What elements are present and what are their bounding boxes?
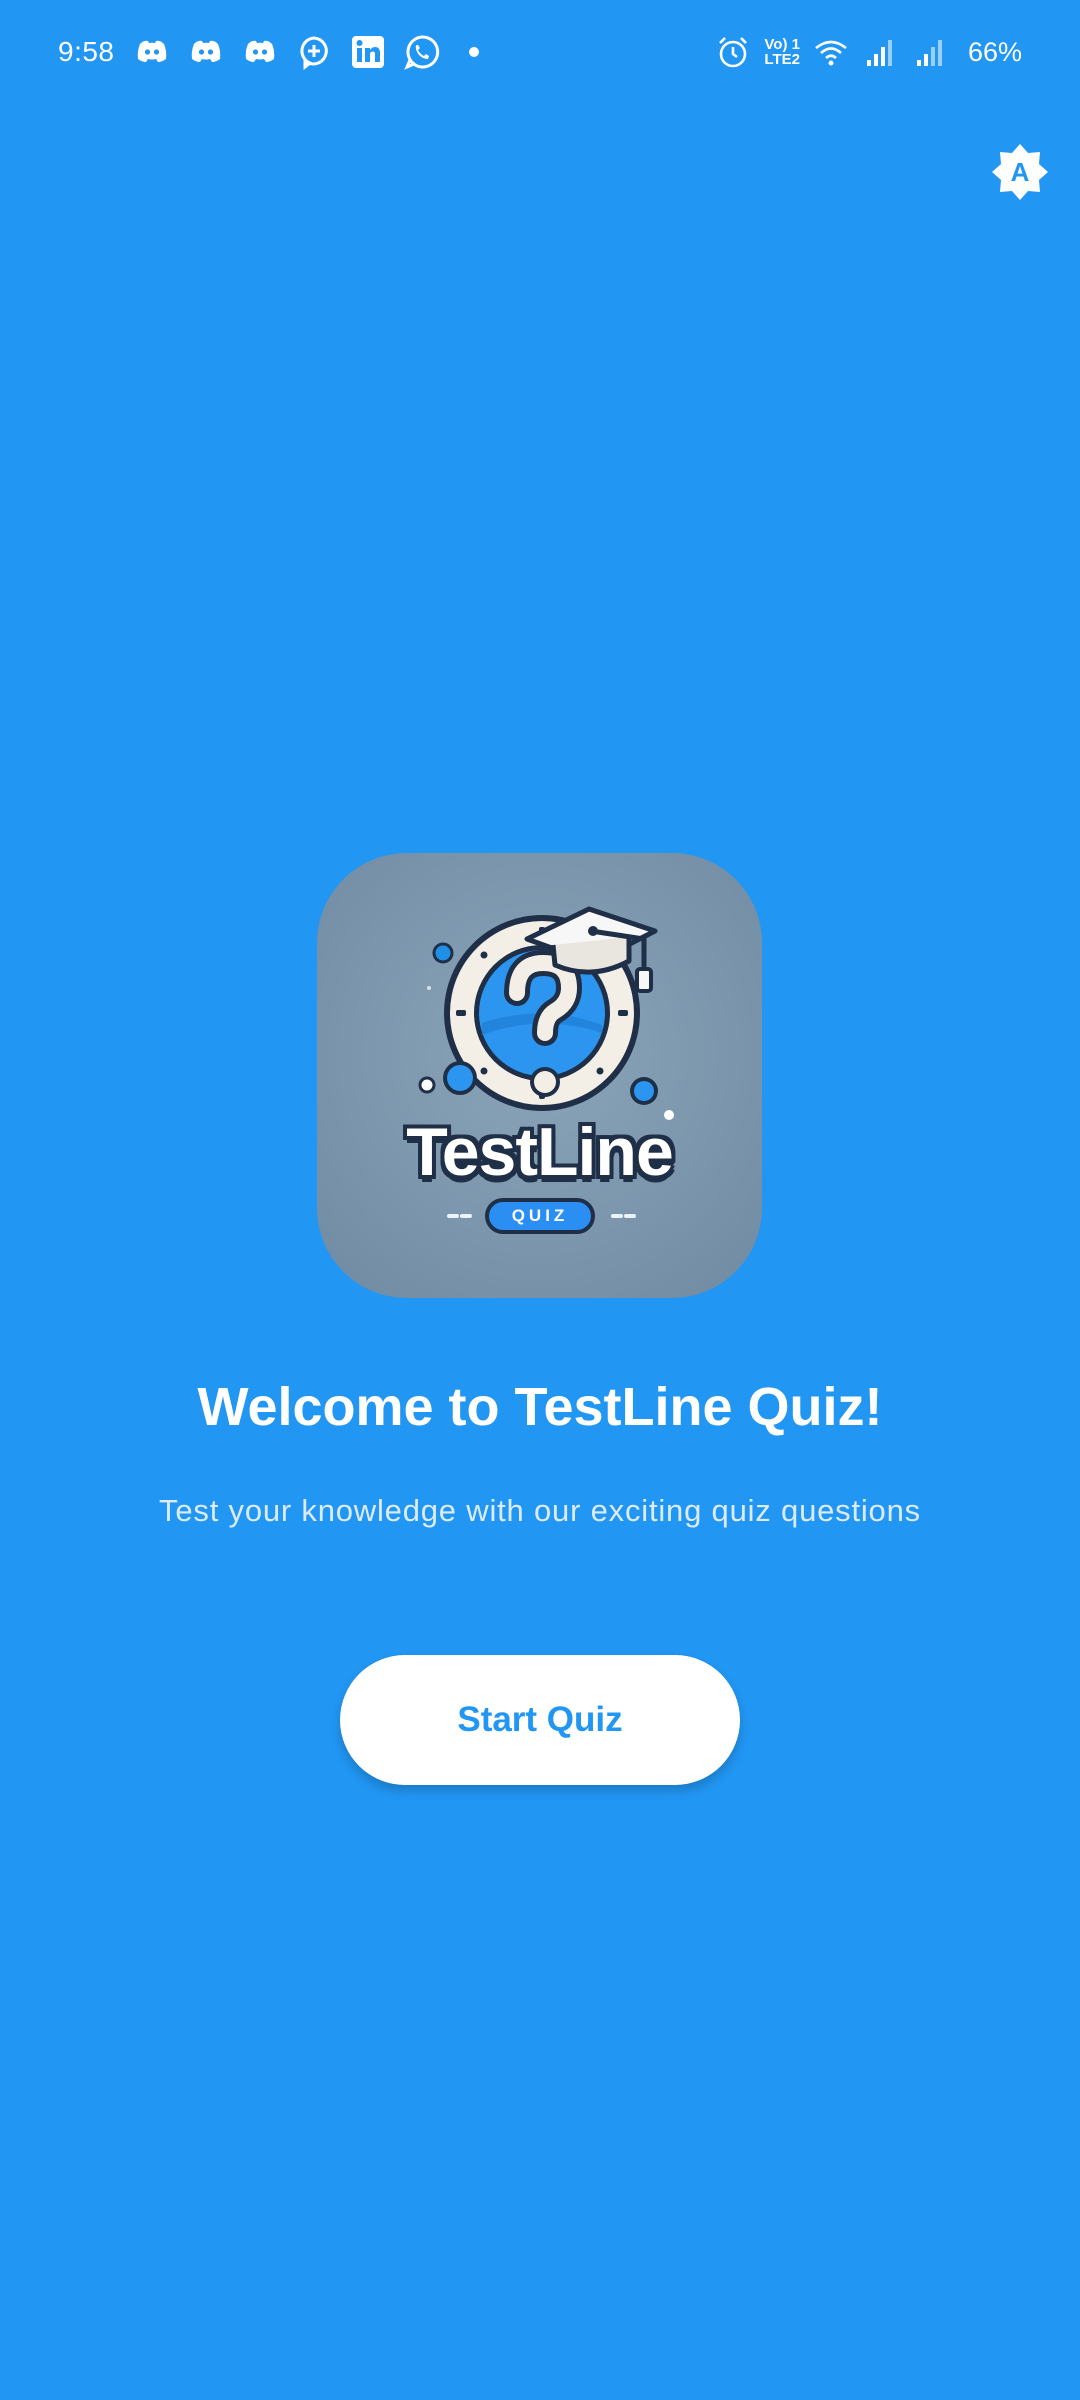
signal-sim1-icon (862, 33, 900, 71)
theme-toggle-button[interactable]: A (990, 142, 1050, 202)
welcome-subtitle: Test your knowledge with our exciting qu… (159, 1493, 921, 1528)
theme-toggle-letter: A (1010, 156, 1030, 187)
lte-label: LTE2 (764, 51, 800, 68)
alarm-icon (714, 33, 752, 71)
status-time: 9:58 (58, 36, 115, 67)
discord-icon (133, 33, 171, 71)
signal-sim2-icon (912, 33, 950, 71)
wifi-icon (812, 33, 850, 71)
whatsapp-icon (403, 33, 441, 71)
status-bar-left: 9:58 (58, 30, 479, 74)
welcome-title: Welcome to TestLine Quiz! (197, 1377, 883, 1437)
start-quiz-button[interactable]: Start Quiz (340, 1655, 740, 1785)
discord-icon (187, 33, 225, 71)
chat-plus-icon (295, 33, 333, 71)
status-bar-right: Vo) 1 LTE2 66% (714, 30, 1022, 74)
more-notifications-dot (468, 47, 479, 57)
app-logo: TestLine QUIZ (317, 853, 762, 1298)
network-type-label: Vo) 1 LTE2 (764, 37, 800, 67)
battery-percentage: 66% (967, 36, 1022, 67)
discord-icon (241, 33, 279, 71)
logo-title: TestLine (406, 1114, 674, 1190)
linkedin-icon (349, 33, 387, 71)
status-bar: 9:58 Vo) 1 LTE2 66% (0, 0, 1080, 104)
logo-badge: QUIZ (485, 1198, 595, 1234)
